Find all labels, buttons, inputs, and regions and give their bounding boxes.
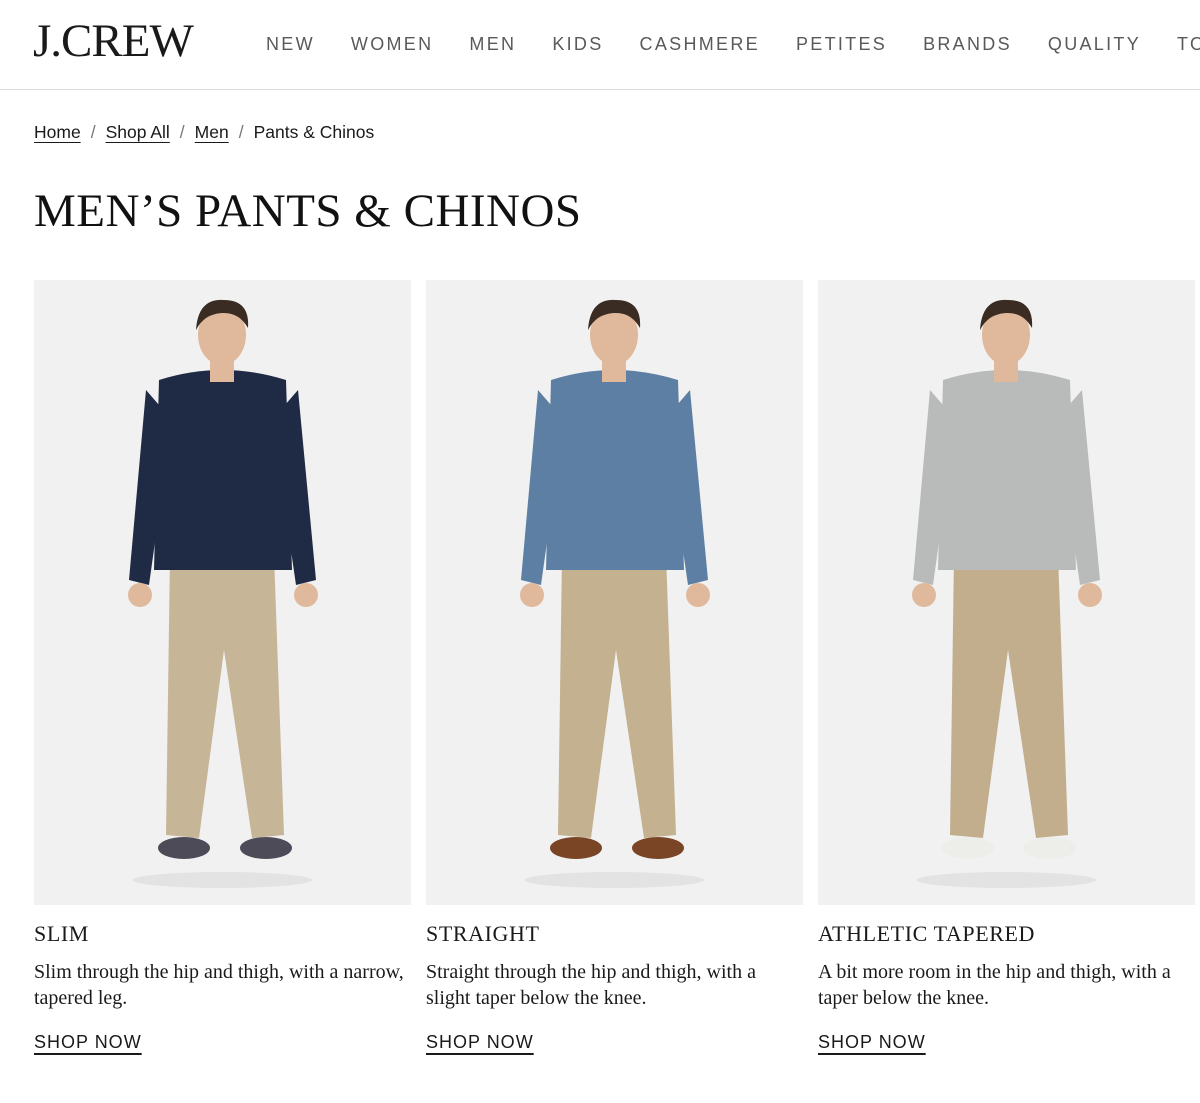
product-description: A bit more room in the hip and thigh, wi… bbox=[818, 961, 1171, 1010]
product-image-slim[interactable] bbox=[34, 280, 411, 905]
right-shoe bbox=[240, 837, 292, 859]
nav-item-new[interactable]: NEW bbox=[266, 35, 315, 53]
nav-item-petites[interactable]: PETITES bbox=[796, 35, 887, 53]
left-shoe bbox=[942, 837, 994, 859]
shop-now-link[interactable]: SHOP NOW bbox=[818, 1032, 926, 1053]
product-card-slim: SLIM Slim through the hip and thigh, wit… bbox=[34, 280, 411, 1052]
jcrew-logo[interactable]: J.CREW bbox=[33, 18, 194, 65]
breadcrumb-separator: / bbox=[179, 122, 185, 142]
page-title: MEN’S PANTS & CHINOS bbox=[34, 185, 582, 237]
model-figure bbox=[128, 299, 318, 888]
top-garment bbox=[154, 370, 292, 570]
nav-item-women[interactable]: WOMEN bbox=[351, 35, 434, 53]
main-nav: NEW WOMEN MEN KIDS CASHMERE PETITES BRAN… bbox=[266, 35, 1200, 53]
floor-shadow bbox=[524, 872, 704, 888]
pants bbox=[558, 555, 676, 838]
left-hand bbox=[520, 583, 544, 607]
floor-shadow bbox=[916, 872, 1096, 888]
right-hand bbox=[294, 583, 318, 607]
top-garment bbox=[546, 370, 684, 570]
shop-now-link[interactable]: SHOP NOW bbox=[426, 1032, 534, 1053]
breadcrumb-current: Pants & Chinos bbox=[253, 122, 375, 142]
product-image-athletic-tapered[interactable] bbox=[818, 280, 1195, 905]
model-figure bbox=[520, 299, 710, 888]
nav-item-kids[interactable]: KIDS bbox=[552, 35, 603, 53]
floor-shadow bbox=[132, 872, 312, 888]
shop-now-link[interactable]: SHOP NOW bbox=[34, 1032, 142, 1053]
pants bbox=[950, 555, 1068, 838]
pants bbox=[166, 555, 284, 838]
site-header: J.CREW NEW WOMEN MEN KIDS CASHMERE PETIT… bbox=[0, 0, 1200, 90]
right-hand bbox=[1078, 583, 1102, 607]
right-shoe bbox=[632, 837, 684, 859]
product-description: Straight through the hip and thigh, with… bbox=[426, 961, 756, 1010]
nav-item-brands[interactable]: BRANDS bbox=[923, 35, 1012, 53]
breadcrumb-separator: / bbox=[238, 122, 244, 142]
product-title: ATHLETIC TAPERED bbox=[818, 921, 1036, 946]
left-shoe bbox=[158, 837, 210, 859]
breadcrumb-men[interactable]: Men bbox=[195, 122, 229, 143]
top-garment bbox=[938, 370, 1076, 570]
nav-item-top[interactable]: TOP bbox=[1177, 35, 1200, 53]
product-card-straight: STRAIGHT Straight through the hip and th… bbox=[426, 280, 803, 1052]
model-figure bbox=[912, 299, 1102, 888]
product-image-straight[interactable] bbox=[426, 280, 803, 905]
breadcrumb-home[interactable]: Home bbox=[34, 122, 81, 143]
left-hand bbox=[912, 583, 936, 607]
nav-item-cashmere[interactable]: CASHMERE bbox=[640, 35, 760, 53]
breadcrumb-separator: / bbox=[90, 122, 96, 142]
left-hand bbox=[128, 583, 152, 607]
product-description: Slim through the hip and thigh, with a n… bbox=[34, 961, 404, 1010]
breadcrumb-shop-all[interactable]: Shop All bbox=[106, 122, 170, 143]
product-title: STRAIGHT bbox=[426, 921, 540, 946]
right-shoe bbox=[1024, 837, 1076, 859]
breadcrumb: Home / Shop All / Men / Pants & Chinos bbox=[34, 122, 374, 143]
left-shoe bbox=[550, 837, 602, 859]
product-title: SLIM bbox=[34, 921, 89, 946]
right-hand bbox=[686, 583, 710, 607]
nav-item-men[interactable]: MEN bbox=[469, 35, 516, 53]
product-card-athletic-tapered: ATHLETIC TAPERED A bit more room in the … bbox=[818, 280, 1195, 1052]
nav-item-quality[interactable]: QUALITY bbox=[1048, 35, 1141, 53]
